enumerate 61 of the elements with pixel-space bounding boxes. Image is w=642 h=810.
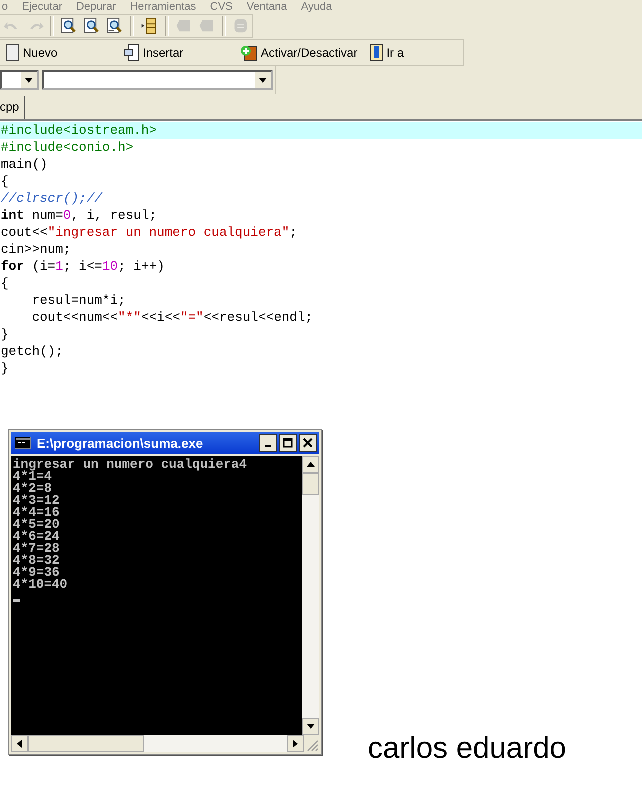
code-line: getch();: [0, 343, 64, 360]
scrollbar-thumb[interactable]: [302, 473, 319, 495]
toggle-bookmark-icon: [240, 44, 258, 62]
page-icon: [6, 44, 20, 62]
console-output-line: 4*1=4: [13, 471, 52, 483]
menu-item[interactable]: o: [2, 0, 8, 14]
maximize-icon: [283, 438, 293, 448]
code-line: #include<conio.h>: [0, 139, 135, 156]
insert-icon: [124, 44, 140, 62]
code-line: {: [0, 173, 10, 190]
bookmark-icon: [370, 44, 384, 62]
menu-item[interactable]: Ventana: [246, 0, 288, 14]
maximize-button[interactable]: [279, 434, 297, 452]
console-output-line: 4*3=12: [13, 495, 61, 507]
console-output-line: ingresar un numero cualquiera4: [13, 459, 248, 471]
code-line: cout<<"ingresar un numero cualquiera";: [0, 224, 298, 241]
signature-text: carlos eduardo: [368, 732, 566, 766]
right-arrow-icon[interactable]: [293, 740, 298, 748]
code-line: cout<<num<<"*"<<i<<"="<<resul<<endl;: [31, 309, 314, 326]
code-line: main(): [0, 156, 49, 173]
console-output-line: 4*8=32: [13, 555, 61, 567]
minimize-icon: [265, 445, 271, 447]
console-output-line: 4*2=8: [13, 483, 52, 495]
code-line: resul=num*i;: [31, 292, 127, 309]
code-line: int num=0, i, resul;: [0, 207, 158, 224]
console-output-line: 4*5=20: [13, 519, 61, 531]
scrollbar-thumb[interactable]: [28, 735, 144, 752]
file-tab[interactable]: cpp: [0, 96, 26, 119]
dropdown[interactable]: [0, 70, 39, 90]
window-title: E:\programacion\suma.exe: [37, 436, 204, 450]
console-output-line: 4*7=28: [13, 543, 61, 555]
vertical-scrollbar[interactable]: [302, 456, 319, 735]
toolbar-button[interactable]: Insertar: [118, 44, 234, 62]
toolbar-button[interactable]: Activar/Desactivar: [234, 44, 364, 62]
console-output-line: 4*10=40: [13, 579, 69, 591]
code-line: cin>>num;: [0, 241, 72, 258]
down-arrow-icon[interactable]: [306, 724, 314, 729]
minimize-button[interactable]: [259, 434, 277, 452]
menu-item[interactable]: Ayuda: [301, 0, 332, 14]
dropdown[interactable]: [42, 70, 273, 90]
horizontal-scrollbar[interactable]: [11, 735, 304, 752]
cursor-icon: [13, 599, 20, 602]
console-output-line: 4*4=16: [13, 507, 61, 519]
console-icon: [15, 437, 31, 449]
code-line: }: [0, 326, 10, 343]
menu-item[interactable]: Herramientas: [130, 0, 196, 14]
up-arrow-icon[interactable]: [306, 462, 314, 467]
left-arrow-icon[interactable]: [17, 740, 22, 748]
code-line: //clrscr();//: [0, 190, 104, 207]
code-line: }: [0, 360, 10, 377]
toolbar-button[interactable]: Ir a: [364, 44, 410, 62]
code-line: {: [0, 275, 10, 292]
close-icon: [303, 438, 313, 448]
toolbar-button[interactable]: Nuevo: [0, 44, 118, 62]
console-output-line: 4*6=24: [13, 531, 61, 543]
code-line: for (i=1; i<=10; i++): [0, 258, 166, 275]
menu-item[interactable]: CVS: [210, 0, 233, 14]
menu-item[interactable]: Ejecutar: [22, 0, 62, 14]
menu-item[interactable]: Depurar: [76, 0, 116, 14]
console-output-line: 4*9=36: [13, 567, 60, 579]
close-button[interactable]: [299, 434, 317, 452]
